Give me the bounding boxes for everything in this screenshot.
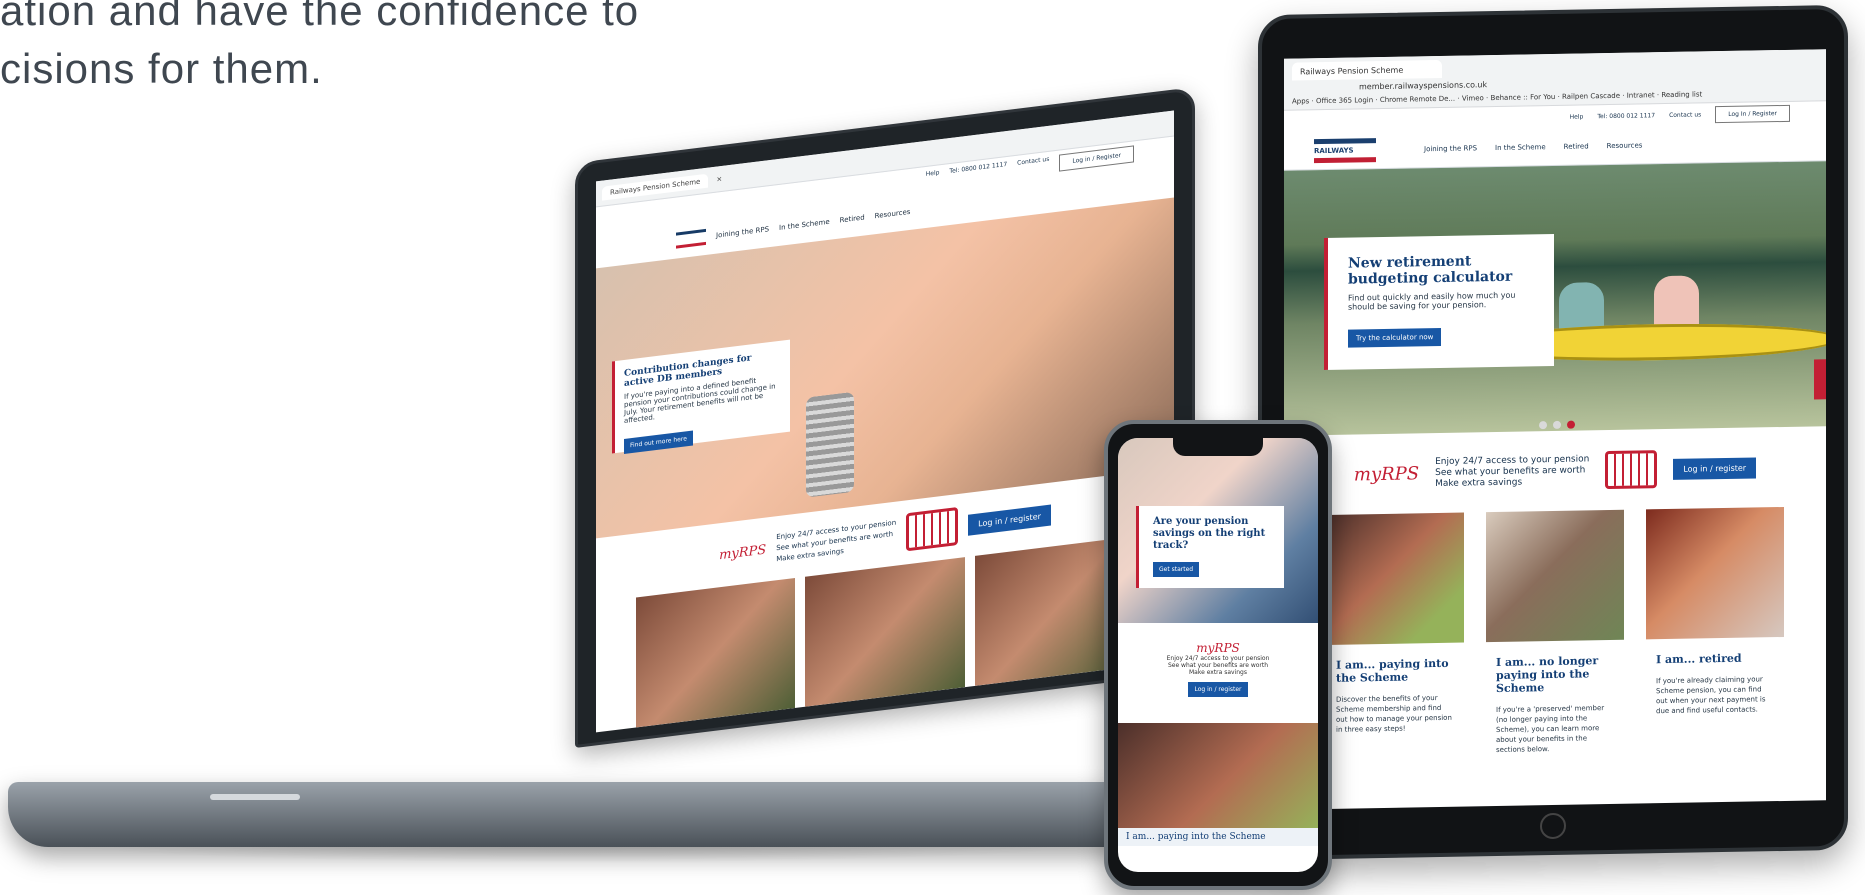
member-card[interactable]: I am... retired If you're already claimi… xyxy=(1646,506,1784,752)
member-card[interactable]: I am... no longer paying into the Scheme… xyxy=(1486,509,1624,755)
nav-joining-rps[interactable]: Joining the RPS xyxy=(1424,144,1477,153)
nav-in-scheme[interactable]: In the Scheme xyxy=(779,218,830,232)
phone-device: Are your pension savings on the right tr… xyxy=(1104,420,1332,890)
tablet-login-register-button[interactable]: Log In / Register xyxy=(1715,104,1790,123)
phone-notch xyxy=(1173,438,1263,456)
intro-text: ation and have the confidence to cisions… xyxy=(0,0,639,98)
nav-retired[interactable]: Retired xyxy=(1564,142,1589,150)
tablet-myrps-section: myRPS Enjoy 24/7 access to your pension … xyxy=(1284,426,1826,515)
member-card-title[interactable]: I am... paying into the Scheme xyxy=(1336,657,1454,685)
tablet-browser-content: Railways Pension Scheme member.railwaysp… xyxy=(1284,49,1826,810)
header-link-help[interactable]: Help xyxy=(926,169,940,188)
myrps-logo: myRPS xyxy=(1353,462,1420,485)
tablet-hero-text: Find out quickly and easily how much you… xyxy=(1348,290,1516,312)
myrps-benefit-item: Make extra savings xyxy=(1188,669,1247,676)
bookmark-behance[interactable]: Behance :: For You xyxy=(1491,93,1556,102)
tablet-hero-banner: New retirement budgeting calculator Find… xyxy=(1284,161,1826,436)
myrps-benefit-item: Enjoy 24/7 access to your pension xyxy=(1166,655,1270,662)
member-card-title[interactable]: I am... no longer paying into the Scheme xyxy=(1496,654,1614,695)
calendar-icon xyxy=(1605,450,1658,490)
bookmark-intranet[interactable]: Intranet xyxy=(1627,91,1655,99)
header-link-contact[interactable]: Contact us xyxy=(1669,111,1701,119)
get-started-button[interactable]: Get started xyxy=(1153,562,1200,577)
member-card-title[interactable]: I am... retired xyxy=(1656,651,1774,666)
laptop-lip xyxy=(210,794,300,800)
header-link-help[interactable]: Help xyxy=(1570,113,1584,120)
nav-in-scheme[interactable]: In the Scheme xyxy=(1495,143,1546,152)
tablet-browser-toolbar: Railways Pension Scheme member.railwaysp… xyxy=(1284,49,1826,111)
try-calculator-button[interactable]: Try the calculator now xyxy=(1348,327,1442,348)
railways-logo[interactable]: RAILWAYS xyxy=(1314,137,1376,163)
member-photo xyxy=(1118,723,1318,828)
tablet-myrps-login-button[interactable]: Log in / register xyxy=(1673,456,1757,480)
myrps-logo: myRPS xyxy=(719,542,767,563)
bookmark-apps[interactable]: Apps xyxy=(1292,97,1309,105)
laptop-find-out-more-button[interactable]: Find out more here xyxy=(624,430,693,454)
phone-login-register-button[interactable]: Log in / register xyxy=(1188,682,1248,697)
phone-card-title[interactable]: I am... paying into the Scheme xyxy=(1118,828,1318,846)
nav-resources[interactable]: Resources xyxy=(875,208,911,220)
phone-screen: Are your pension savings on the right tr… xyxy=(1118,438,1318,872)
laptop-base xyxy=(8,782,1168,847)
member-photo xyxy=(636,577,796,728)
myrps-benefits-list: Enjoy 24/7 access to your pension See wh… xyxy=(1435,454,1589,490)
railways-logo[interactable] xyxy=(676,228,706,249)
bookmarks-bar: Apps · Office 365 Login · Chrome Remote … xyxy=(1292,90,1703,106)
nav-joining-rps[interactable]: Joining the RPS xyxy=(716,225,769,240)
phone-hero-title: Are your pension savings on the right tr… xyxy=(1153,516,1266,551)
bookmark-office-login[interactable]: Office 365 Login xyxy=(1316,96,1373,105)
address-bar[interactable]: member.railwayspensions.co.uk xyxy=(1359,80,1487,91)
member-card[interactable]: I am... paying into the Scheme Discover … xyxy=(1326,512,1464,758)
bookmark-chrome-remote[interactable]: Chrome Remote De... xyxy=(1380,95,1455,104)
carousel-dot[interactable] xyxy=(1553,420,1561,429)
feedback-tab[interactable] xyxy=(1814,359,1826,400)
bookmark-railpen[interactable]: Railpen Cascade xyxy=(1562,92,1620,101)
member-photo xyxy=(1486,509,1624,643)
carousel-dots[interactable] xyxy=(1539,420,1575,430)
intro-line-1: ation and have the confidence to xyxy=(0,0,640,34)
laptop-screen: Railways Pension Scheme × Help Tel: 0800… xyxy=(575,86,1195,748)
member-card-text: Discover the benefits of your Scheme mem… xyxy=(1336,694,1452,734)
tab-close-icon[interactable]: × xyxy=(716,174,722,183)
laptop-hero-card: Contribution changes for active DB membe… xyxy=(612,339,790,454)
intro-line-2: cisions for them. xyxy=(0,45,323,92)
tablet-hero-card: New retirement budgeting calculator Find… xyxy=(1324,233,1554,370)
myrps-benefits-list: Enjoy 24/7 access to your pension See wh… xyxy=(776,517,896,565)
calendar-icon xyxy=(906,506,959,552)
nav-resources[interactable]: Resources xyxy=(1607,141,1643,150)
member-card-text: If you're already claiming your Scheme p… xyxy=(1656,675,1766,716)
phone-hero-card: Are your pension savings on the right tr… xyxy=(1136,506,1284,588)
tablet-device: Railways Pension Scheme member.railwaysp… xyxy=(1258,4,1848,861)
phone-myrps-section: myRPS Enjoy 24/7 access to your pension … xyxy=(1118,623,1318,723)
tablet-hero-title: New retirement budgeting calculator xyxy=(1348,253,1513,288)
coin-stack xyxy=(806,391,854,498)
tablet-browser-tab[interactable]: Railways Pension Scheme xyxy=(1292,59,1442,81)
member-photo xyxy=(1326,512,1464,645)
carousel-dot[interactable] xyxy=(1539,421,1547,430)
member-photo xyxy=(805,557,965,707)
header-link-phone[interactable]: Tel: 0800 012 1117 xyxy=(949,161,1007,185)
device-mockup-scene: ation and have the confidence to cisions… xyxy=(0,0,1865,895)
myrps-benefit-item: See what your benefits are worth xyxy=(1167,662,1269,669)
laptop-browser-content: Railways Pension Scheme × Help Tel: 0800… xyxy=(596,110,1174,733)
carousel-dot-active[interactable] xyxy=(1567,420,1575,429)
header-link-contact[interactable]: Contact us xyxy=(1017,156,1049,177)
myrps-benefit-item: Make extra savings xyxy=(1435,477,1523,489)
member-card-text: If you're a 'preserved' member (no longe… xyxy=(1496,704,1605,754)
member-cards: I am... paying into the Scheme Discover … xyxy=(1284,506,1826,758)
member-photo xyxy=(1646,506,1784,640)
bookmark-vimeo[interactable]: Vimeo xyxy=(1462,94,1484,102)
myrps-logo: myRPS xyxy=(1196,641,1240,655)
myrps-login-register-button[interactable]: Log in / register xyxy=(968,504,1051,536)
header-link-phone[interactable]: Tel: 0800 012 1117 xyxy=(1597,112,1655,120)
tablet-home-button[interactable] xyxy=(1540,812,1566,840)
nav-retired[interactable]: Retired xyxy=(840,213,865,224)
bookmark-reading-list[interactable]: Reading list xyxy=(1661,90,1702,99)
kayaker xyxy=(1654,275,1699,332)
